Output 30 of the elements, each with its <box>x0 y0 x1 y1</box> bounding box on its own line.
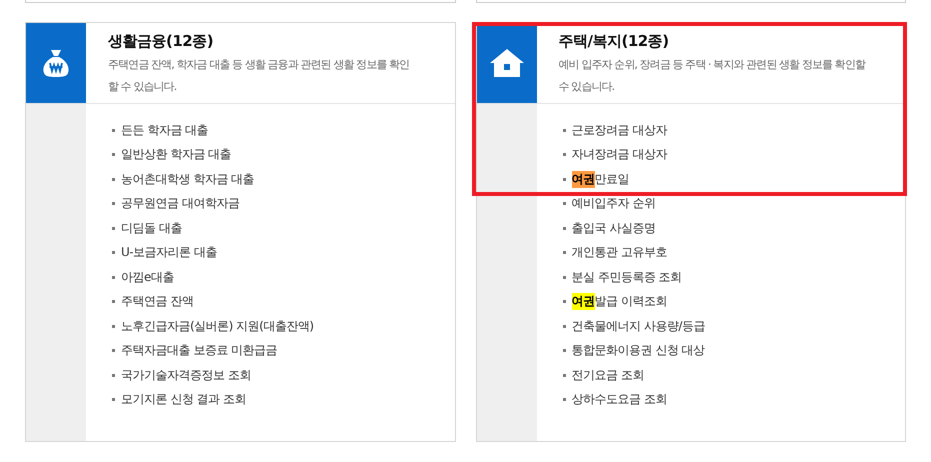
list-link[interactable]: 예비입주자 순위 <box>562 192 705 216</box>
list-link[interactable]: 든든 학자금 대출 <box>112 118 314 142</box>
card-description: 예비 입주자 순위, 장려금 등 주택 · 복지와 관련된 생활 정보를 확인할 수 있습니다. <box>558 57 865 95</box>
list-link[interactable]: 농어촌대학생 학자금 대출 <box>112 167 314 192</box>
list-link[interactable]: 모기지론 신청 결과 조회 <box>112 388 314 412</box>
card-description: 주택연금 잔액, 학자금 대출 등 생활 금융과 관련된 생활 정보를 확인할 수 있습니다. <box>108 57 410 95</box>
list-link[interactable]: 전기요금 조회 <box>562 363 705 388</box>
list-link[interactable]: 상하수도요금 조회 <box>562 388 705 412</box>
list-link[interactable]: 여권만료일 <box>562 167 667 192</box>
list-link[interactable]: 공무원연금 대여학자금 <box>112 192 314 216</box>
list-link[interactable]: 주택자금대출 보증료 미환급금 <box>112 338 314 363</box>
list-link[interactable]: 아낌e대출 <box>112 265 314 290</box>
list-link[interactable]: 출입국 사실증명 <box>562 216 705 240</box>
list-link[interactable]: 분실 주민등록증 조회 <box>562 265 705 290</box>
house-icon <box>488 48 524 78</box>
card-title: 주택/복지(12종) <box>558 32 670 51</box>
list-link[interactable]: 노후긴급자금(실버론) 지원(대출잔액) <box>112 314 314 338</box>
money-bag-icon <box>42 48 70 78</box>
list-link[interactable]: 건축물에너지 사용량/등급 <box>562 314 705 338</box>
list-link[interactable]: 디딤돌 대출 <box>112 216 314 240</box>
list-link[interactable]: 일반상환 학자금 대출 <box>112 142 314 167</box>
list-link[interactable]: 국가기술자격증정보 조회 <box>112 363 314 388</box>
list-link[interactable]: U-보금자리론 대출 <box>112 240 314 265</box>
list-link[interactable]: 자녀장려금 대상자 <box>562 142 667 167</box>
list-link[interactable]: 통합문화이용권 신청 대상 <box>562 338 705 363</box>
card-title: 생활금융(12종) <box>108 32 214 51</box>
list-link[interactable]: 개인통관 고유부호 <box>562 240 705 265</box>
list-link[interactable]: 여권발급 이력조회 <box>562 290 705 314</box>
list-link[interactable]: 근로장려금 대상자 <box>562 118 667 142</box>
list-link[interactable]: 주택연금 잔액 <box>112 290 314 314</box>
